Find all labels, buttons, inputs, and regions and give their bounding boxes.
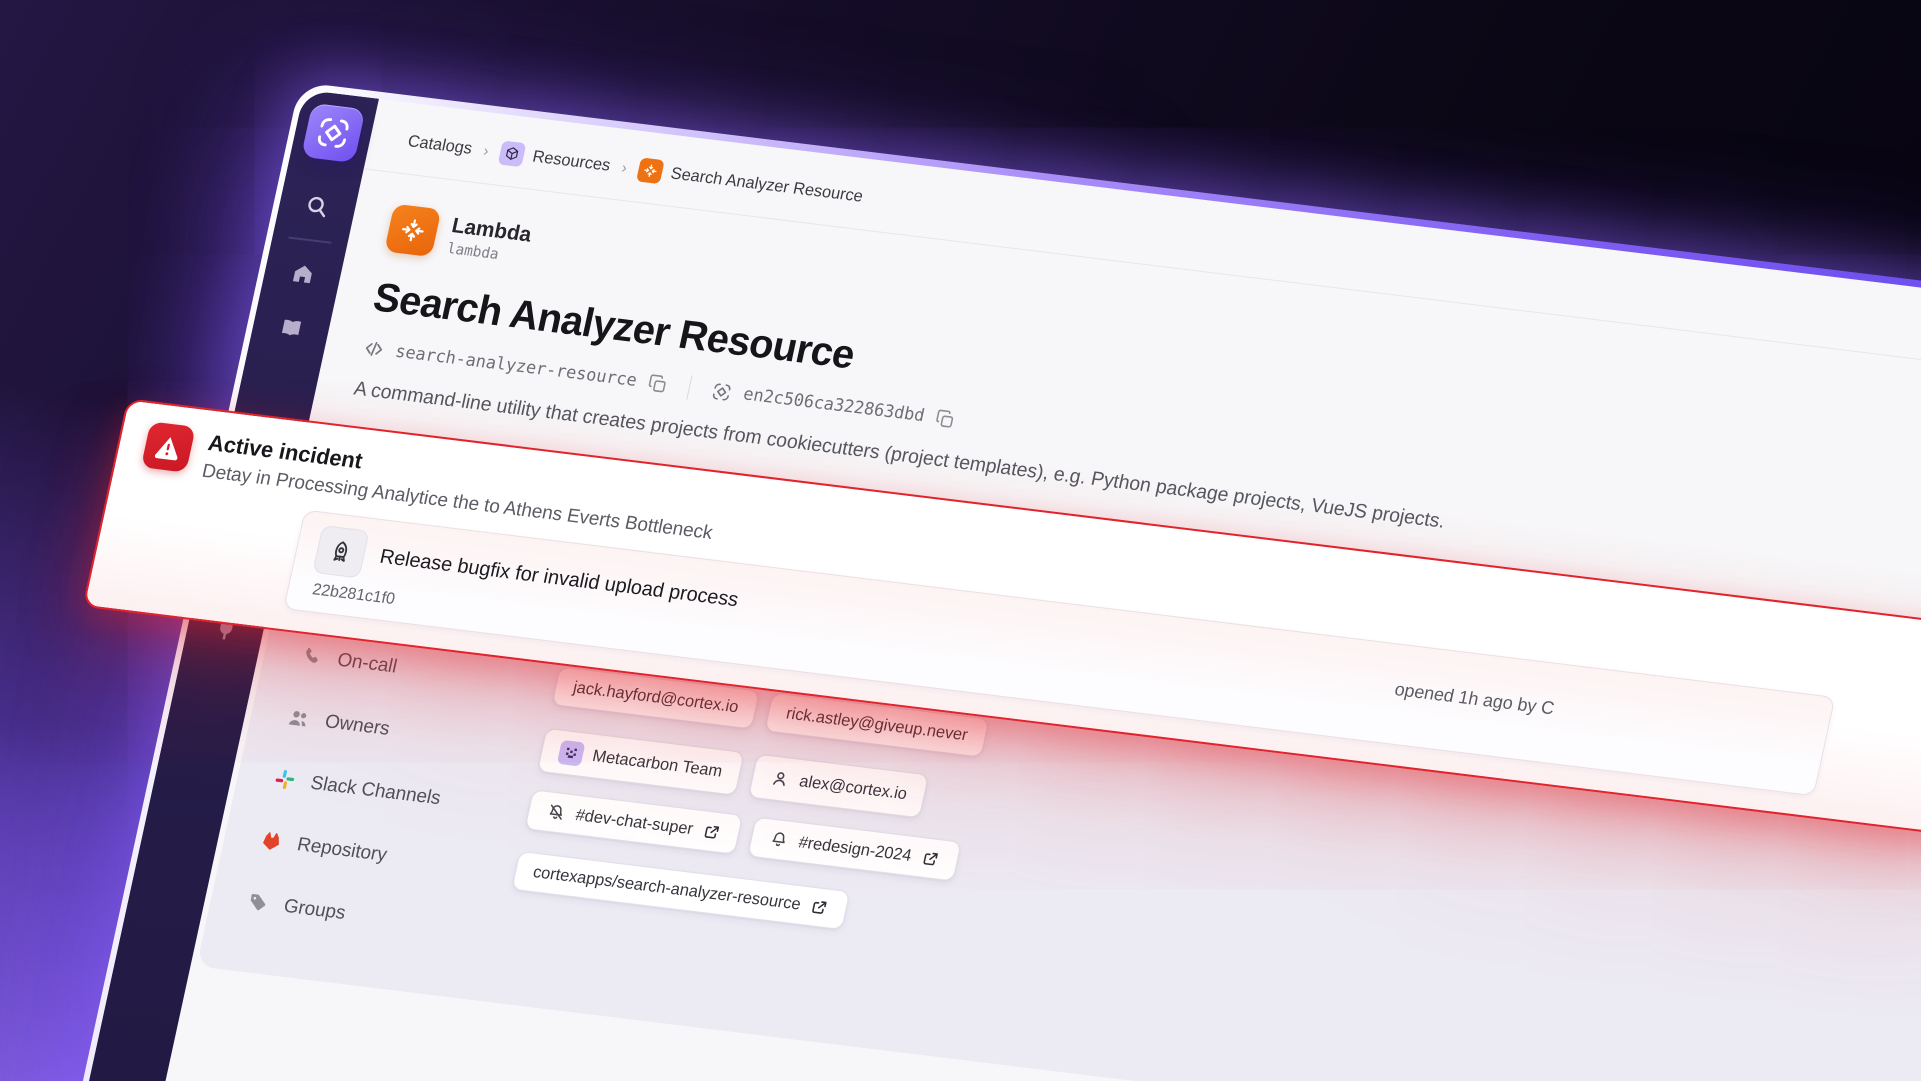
detail-label: Slack Channels xyxy=(308,772,442,810)
breadcrumb-resources[interactable]: Resources xyxy=(498,140,613,177)
breadcrumb-label: Resources xyxy=(531,147,612,175)
entity-slug: search-analyzer-resource xyxy=(393,342,638,391)
cortex-mark-icon xyxy=(708,379,736,405)
phone-icon xyxy=(298,644,326,670)
entity-id: en2c506ca322863dbd xyxy=(741,384,926,426)
copy-icon[interactable] xyxy=(933,407,958,430)
chip-label: Metacarbon Team xyxy=(591,746,724,781)
lambda-icon xyxy=(384,204,441,257)
search-icon[interactable] xyxy=(302,192,333,221)
book-icon[interactable] xyxy=(275,313,306,342)
team-avatar xyxy=(557,740,586,767)
cube-icon xyxy=(498,140,527,167)
alert-triangle-icon xyxy=(141,421,196,472)
external-link-icon xyxy=(808,897,831,918)
tag-icon xyxy=(244,890,272,916)
copy-icon[interactable] xyxy=(645,372,670,395)
slack-channel-chip[interactable]: #redesign-2024 xyxy=(747,817,961,882)
chip-label: alex@cortex.io xyxy=(798,772,909,804)
external-link-icon xyxy=(919,848,942,869)
detail-label: Owners xyxy=(323,711,392,741)
home-icon[interactable] xyxy=(287,259,318,288)
breadcrumb-label: Catalogs xyxy=(406,132,474,159)
marketing-scene: Catalogs › Resources xyxy=(0,0,1921,1081)
owner-team-chip[interactable]: Metacarbon Team xyxy=(537,728,744,796)
chip-label: #redesign-2024 xyxy=(797,833,914,866)
breadcrumb-current[interactable]: Search Analyzer Resource xyxy=(636,157,865,208)
chip-label: cortexapps/search-analyzer-resource xyxy=(531,863,802,915)
slack-icon xyxy=(271,767,299,793)
detail-label: Repository xyxy=(295,834,389,867)
rocket-release-icon xyxy=(312,525,369,578)
detail-label: On-call xyxy=(335,649,399,678)
chevron-right-icon: › xyxy=(482,142,491,159)
chip-label: #dev-chat-super xyxy=(574,805,695,838)
external-link-icon xyxy=(701,821,724,842)
people-icon xyxy=(284,705,313,732)
bell-muted-icon xyxy=(544,801,568,823)
chevron-right-icon: › xyxy=(620,159,629,176)
cortex-logo[interactable] xyxy=(301,103,366,163)
divider xyxy=(686,376,692,400)
breadcrumb-catalogs[interactable]: Catalogs xyxy=(406,132,474,159)
code-icon xyxy=(361,337,387,361)
gitlab-icon xyxy=(258,829,286,855)
person-icon xyxy=(768,768,792,790)
lambda-icon xyxy=(636,157,665,184)
detail-label: Groups xyxy=(282,895,348,924)
slack-channel-chip[interactable]: #dev-chat-super xyxy=(524,789,743,854)
owner-user-chip[interactable]: alex@cortex.io xyxy=(748,754,930,819)
sidebar-divider xyxy=(288,237,332,244)
breadcrumb-label: Search Analyzer Resource xyxy=(669,164,865,206)
bell-icon xyxy=(767,829,791,851)
